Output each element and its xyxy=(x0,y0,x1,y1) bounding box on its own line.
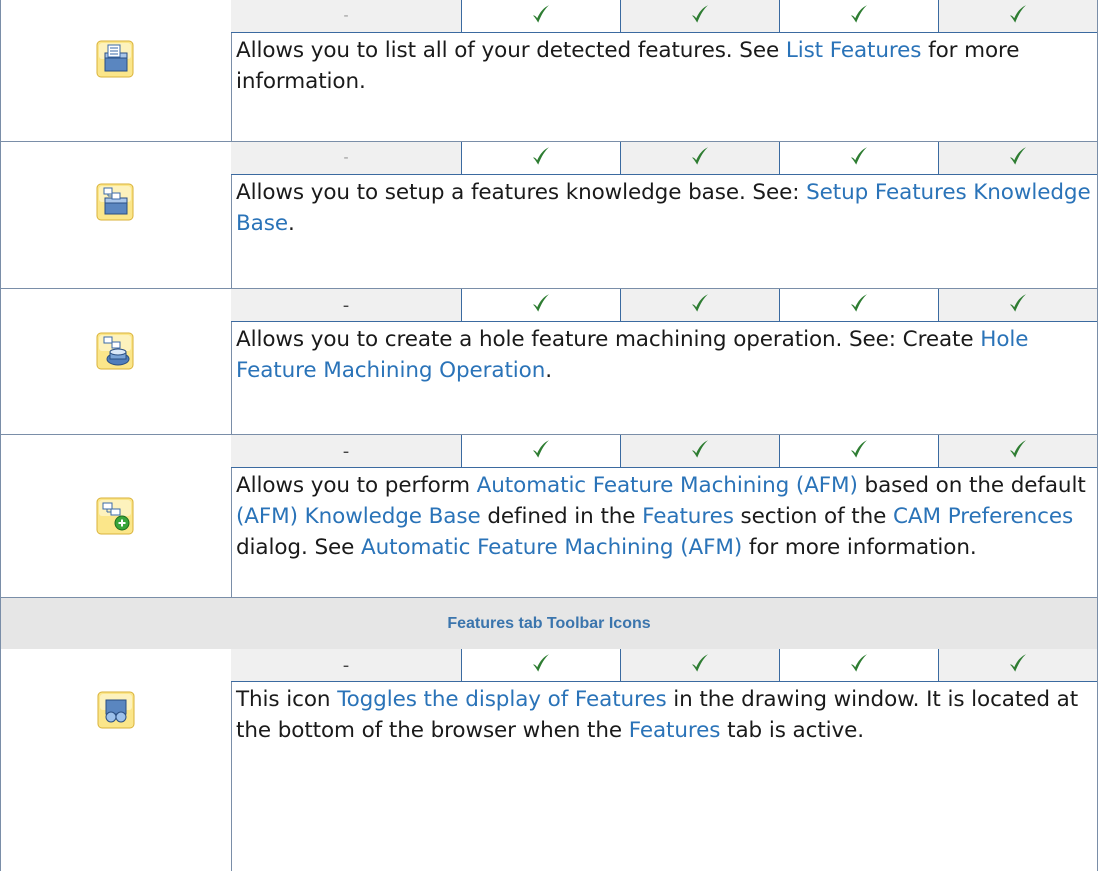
hole-feature-machining-icon xyxy=(96,332,134,370)
support-cell xyxy=(780,289,939,321)
support-cell xyxy=(621,649,780,681)
description-fragment: tab is active. xyxy=(720,718,865,743)
support-cells-row: - xyxy=(231,289,1097,321)
support-cell xyxy=(939,0,1097,32)
checkmark-icon xyxy=(1007,292,1029,318)
checkmark-icon xyxy=(848,292,870,318)
checkmark-icon xyxy=(530,438,552,464)
checkmark-icon xyxy=(689,652,711,678)
support-cell: - xyxy=(231,289,462,321)
section-header-label: Features tab Toolbar Icons xyxy=(447,614,651,632)
support-cell xyxy=(939,289,1097,321)
help-link[interactable]: Features xyxy=(642,504,734,529)
description-fragment: dialog. See xyxy=(236,535,361,560)
checkmark-icon xyxy=(689,438,711,464)
checkmark-icon xyxy=(1007,145,1029,171)
support-cell xyxy=(621,435,780,467)
dash-text: - xyxy=(342,440,350,462)
support-cells-row: - xyxy=(231,0,1097,32)
checkmark-icon xyxy=(530,145,552,171)
description-fragment: . xyxy=(545,358,552,383)
checkmark-icon xyxy=(1007,652,1029,678)
checkmark-icon xyxy=(848,145,870,171)
automatic-feature-machining-icon xyxy=(96,497,134,535)
support-cell xyxy=(621,0,780,32)
description-text: This icon Toggles the display of Feature… xyxy=(236,684,1094,746)
support-cell xyxy=(780,0,939,32)
cells-divider xyxy=(231,467,1097,468)
cells-divider xyxy=(231,321,1097,322)
help-link[interactable]: Toggles the display of Features xyxy=(337,687,666,712)
setup-features-knowledge-base-icon xyxy=(96,183,134,221)
checkmark-icon xyxy=(689,292,711,318)
checkmark-icon xyxy=(530,3,552,29)
support-cell xyxy=(939,142,1097,174)
checkmark-icon xyxy=(689,3,711,29)
list-features-icon xyxy=(96,40,134,78)
support-cell: - xyxy=(231,0,462,32)
description-fragment: defined in the xyxy=(480,504,643,529)
support-cell xyxy=(462,142,621,174)
description-text: Allows you to setup a features knowledge… xyxy=(236,177,1094,239)
checkmark-icon xyxy=(1007,438,1029,464)
support-cell xyxy=(780,142,939,174)
support-cell xyxy=(780,435,939,467)
description-text: Allows you to perform Automatic Feature … xyxy=(236,470,1094,563)
checkmark-icon xyxy=(848,652,870,678)
checkmark-icon xyxy=(530,292,552,318)
support-cell xyxy=(462,0,621,32)
description-fragment: Allows you to list all of your detected … xyxy=(236,38,786,63)
description-fragment: based on the default xyxy=(857,473,1086,498)
support-cell xyxy=(462,649,621,681)
help-link[interactable]: List Features xyxy=(786,38,922,63)
support-cell: - xyxy=(231,649,462,681)
checkmark-icon xyxy=(530,652,552,678)
support-cell xyxy=(462,289,621,321)
description-fragment: This icon xyxy=(236,687,338,712)
description-fragment: for more information. xyxy=(742,535,977,560)
checkmark-icon xyxy=(848,438,870,464)
support-cell: - xyxy=(231,142,462,174)
help-link[interactable]: CAM Preferences xyxy=(893,504,1073,529)
section-header: Features tab Toolbar Icons xyxy=(1,598,1097,649)
support-cell xyxy=(621,142,780,174)
features-icon-table: Features tab Toolbar Icons - Allows you t… xyxy=(0,0,1107,871)
help-link[interactable]: (AFM) Knowledge Base xyxy=(236,504,481,529)
support-cell xyxy=(939,649,1097,681)
support-cells-row: - xyxy=(231,435,1097,467)
help-link[interactable]: Features xyxy=(629,718,721,743)
checkmark-icon xyxy=(689,145,711,171)
support-cell xyxy=(780,649,939,681)
table-right-border xyxy=(1097,0,1098,871)
description-fragment: Allows you to setup a features knowledge… xyxy=(236,180,807,205)
support-cell xyxy=(939,435,1097,467)
support-cell xyxy=(621,289,780,321)
description-text: Allows you to create a hole feature mach… xyxy=(236,324,1094,386)
help-link[interactable]: Automatic Feature Machining (AFM) xyxy=(361,535,742,560)
help-link[interactable]: Automatic Feature Machining (AFM) xyxy=(477,473,858,498)
table-left-border xyxy=(0,0,1,871)
toggle-features-display-icon xyxy=(97,691,135,729)
dash-text: - xyxy=(343,8,349,24)
support-cell xyxy=(462,435,621,467)
cells-divider xyxy=(231,32,1097,33)
dash-text: - xyxy=(343,150,349,166)
cells-divider xyxy=(231,174,1097,175)
support-cells-row: - xyxy=(231,649,1097,681)
support-cells-row: - xyxy=(231,142,1097,174)
description-fragment: . xyxy=(287,211,295,236)
dash-text: - xyxy=(342,294,350,316)
checkmark-icon xyxy=(1007,3,1029,29)
description-text: Allows you to list all of your detected … xyxy=(236,35,1094,97)
dash-text: - xyxy=(342,654,350,676)
description-fragment: Allows you to create a hole feature mach… xyxy=(236,327,981,352)
cells-divider xyxy=(231,681,1097,682)
description-fragment: Allows you to perform xyxy=(236,473,477,498)
support-cell: - xyxy=(231,435,462,467)
checkmark-icon xyxy=(848,3,870,29)
description-fragment: section of the xyxy=(733,504,894,529)
